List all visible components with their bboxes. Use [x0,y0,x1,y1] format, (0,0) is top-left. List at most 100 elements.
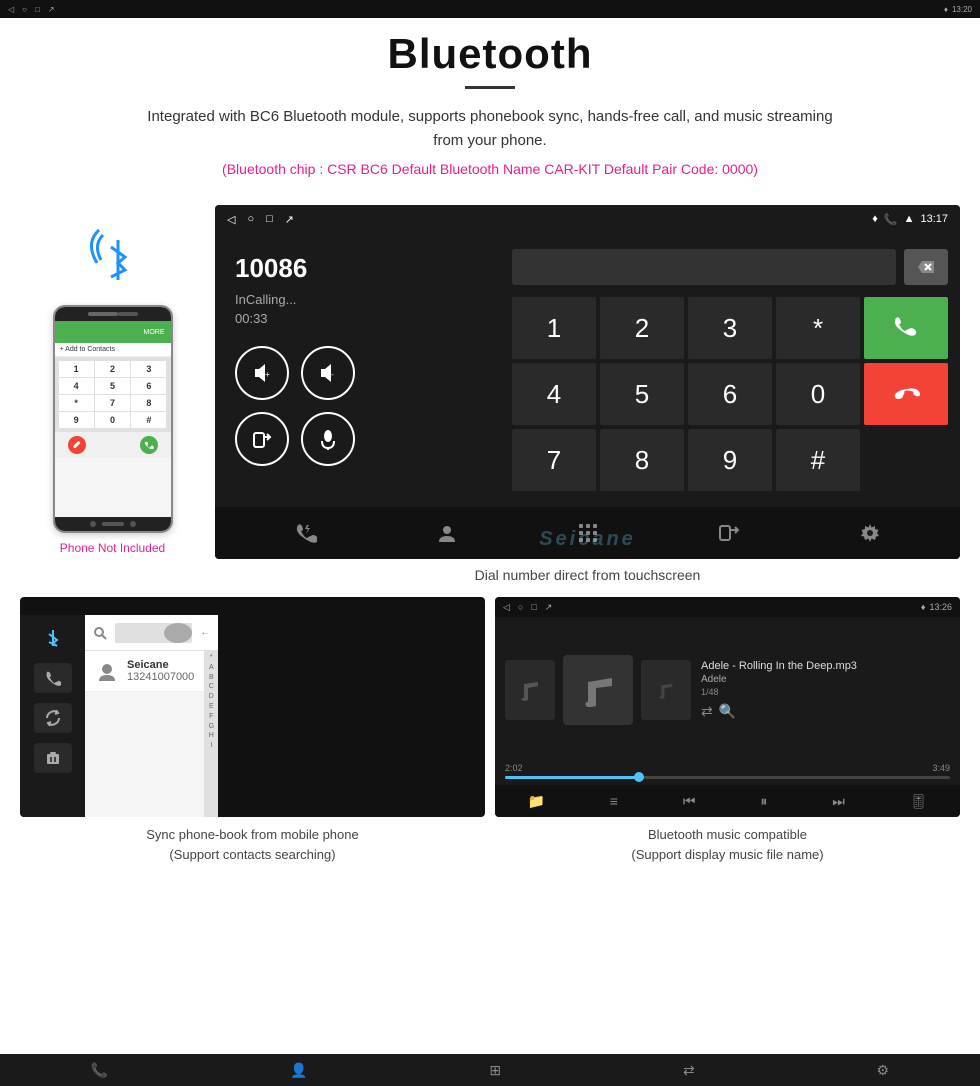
phone-key-7: 7 [95,395,130,411]
key-star[interactable]: * [776,297,860,359]
phone-key-8: 8 [131,395,166,411]
nav-phone-icon[interactable] [295,522,317,544]
title-divider [465,86,515,89]
signal-waves-icon [73,225,153,295]
sidebar-delete-icon[interactable] [34,743,72,773]
contact-list: Seicane 13241007000 [85,651,204,817]
status-left-icons: ◁ ○ □ ↗ [227,213,294,226]
volume-up-btn[interactable]: + [235,346,289,400]
key-3[interactable]: 3 [688,297,772,359]
music-track: 1/48 [701,687,950,697]
alpha-a: A [209,663,214,673]
music-prev-icon[interactable]: ⏮ [683,793,696,810]
contacts-caption: Sync phone-book from mobile phone (Suppo… [20,825,485,864]
music-title: Adele - Rolling In the Deep.mp3 [701,660,950,672]
status-bar: ◁ ○ □ ↗ ♦ 📞 ▲ 13:17 [215,205,960,233]
music-info: Adele - Rolling In the Deep.mp3 Adele 1/… [701,627,950,753]
page-header: Bluetooth Integrated with BC6 Bluetooth … [0,0,980,205]
phone-screen: 1 2 3 4 5 6 * 7 8 9 0 # [55,357,171,517]
music-list-icon[interactable]: ≡ [610,793,618,809]
music-eq-icon[interactable]: 🎚 [910,793,928,810]
bottom-nav-bar: Seicane [215,507,960,559]
shuffle-icon[interactable]: ⇄ [701,703,713,720]
album-side-right [641,660,691,720]
nav-transfer-icon[interactable] [718,522,740,544]
dial-timer: 00:33 [235,311,480,326]
music-progress-area: 2:02 3:49 [495,763,960,785]
alpha-f: F [209,712,213,722]
music-back-icon: ◁ [503,602,510,613]
key-6[interactable]: 6 [688,363,772,425]
alpha-bar: * A B C D E F G H I [204,651,218,817]
phone-key-4: 4 [59,378,94,394]
phone-add-contacts: + Add to Contacts [55,343,171,357]
key-8[interactable]: 8 [600,429,684,491]
contact-phone: 13241007000 [127,671,194,683]
phone-bottom-actions [55,432,171,458]
alpha-g: G [209,722,214,732]
volume-down-btn[interactable]: - [301,346,355,400]
nav-contacts-icon[interactable] [436,522,458,544]
page-title: Bluetooth [20,30,960,78]
time-total: 3:49 [932,763,950,773]
phone-top-bar [55,307,171,321]
search-music-icon[interactable]: 🔍 [719,703,736,720]
music-next-icon[interactable]: ⏭ [832,793,845,810]
recents-icon: □ [266,213,273,226]
key-end-call[interactable] [864,363,948,425]
dial-screen: 10086 InCalling... 00:33 + [215,233,960,507]
sidebar-call-icon[interactable] [34,663,72,693]
key-1[interactable]: 1 [512,297,596,359]
sidebar-bluetooth-icon[interactable] [34,623,72,653]
album-main-art [563,655,633,725]
music-play-icon[interactable]: ⏸ [760,793,767,810]
progress-dot [634,772,644,782]
music-note-left-icon [516,676,544,704]
dial-input-field[interactable] [512,249,896,285]
mute-btn[interactable] [301,412,355,466]
alpha-c: C [209,682,214,692]
music-status-bar: ◁ ○ □ ↗ ♦ 13:26 [495,597,960,617]
sidebar-refresh-icon[interactable] [34,703,72,733]
numpad: 1 2 3 * 4 5 6 0 [512,297,948,491]
alpha-e: E [209,702,214,712]
phone-green-header: MORE [55,321,171,343]
progress-fill [505,776,639,779]
clock: 13:17 [920,213,948,225]
phone-mockup: MORE + Add to Contacts 1 2 3 4 5 6 * 7 8… [53,305,173,533]
page-description: Integrated with BC6 Bluetooth module, su… [140,105,840,153]
phone-key-9: 9 [59,412,94,428]
contacts-sidebar [20,615,85,817]
key-5[interactable]: 5 [600,363,684,425]
key-2[interactable]: 2 [600,297,684,359]
phone-area: MORE + Add to Contacts 1 2 3 4 5 6 * 7 8… [20,205,205,555]
music-folder-icon[interactable]: 📁 [527,793,544,810]
phone-call-btn [140,436,158,454]
search-input-bg[interactable] [115,623,192,643]
key-call-green[interactable] [864,297,948,359]
contacts-screenshot-item: ◁ ○ □ ↗ ♦ 13:20 [20,597,485,864]
contact-name: Seicane [127,659,194,671]
backspace-btn[interactable] [904,249,948,285]
car-screen: ◁ ○ □ ↗ ♦ 📞 ▲ 13:17 10086 InCalling... [215,205,960,559]
list-item[interactable]: Seicane 13241007000 [85,651,204,692]
home-icon: ○ [247,213,254,226]
key-hash[interactable]: # [776,429,860,491]
dial-number: 10086 [235,253,480,284]
progress-bar[interactable] [505,776,950,779]
music-note-main-icon [578,670,618,710]
phone-key-2: 2 [95,361,130,377]
bluetooth-specs: (Bluetooth chip : CSR BC6 Default Blueto… [20,161,960,177]
music-status-right: ♦ 13:26 [921,602,952,612]
music-signal-icon: ♦ [921,602,926,612]
bluetooth-signal-graphic [73,225,153,295]
nav-settings-icon[interactable] [859,522,881,544]
alpha-d: D [209,692,214,702]
music-actions: ⇄ 🔍 [701,703,950,720]
key-0[interactable]: 0 [776,363,860,425]
key-9[interactable]: 9 [688,429,772,491]
search-icon [93,626,107,640]
key-4[interactable]: 4 [512,363,596,425]
transfer-call-btn[interactable] [235,412,289,466]
key-7[interactable]: 7 [512,429,596,491]
